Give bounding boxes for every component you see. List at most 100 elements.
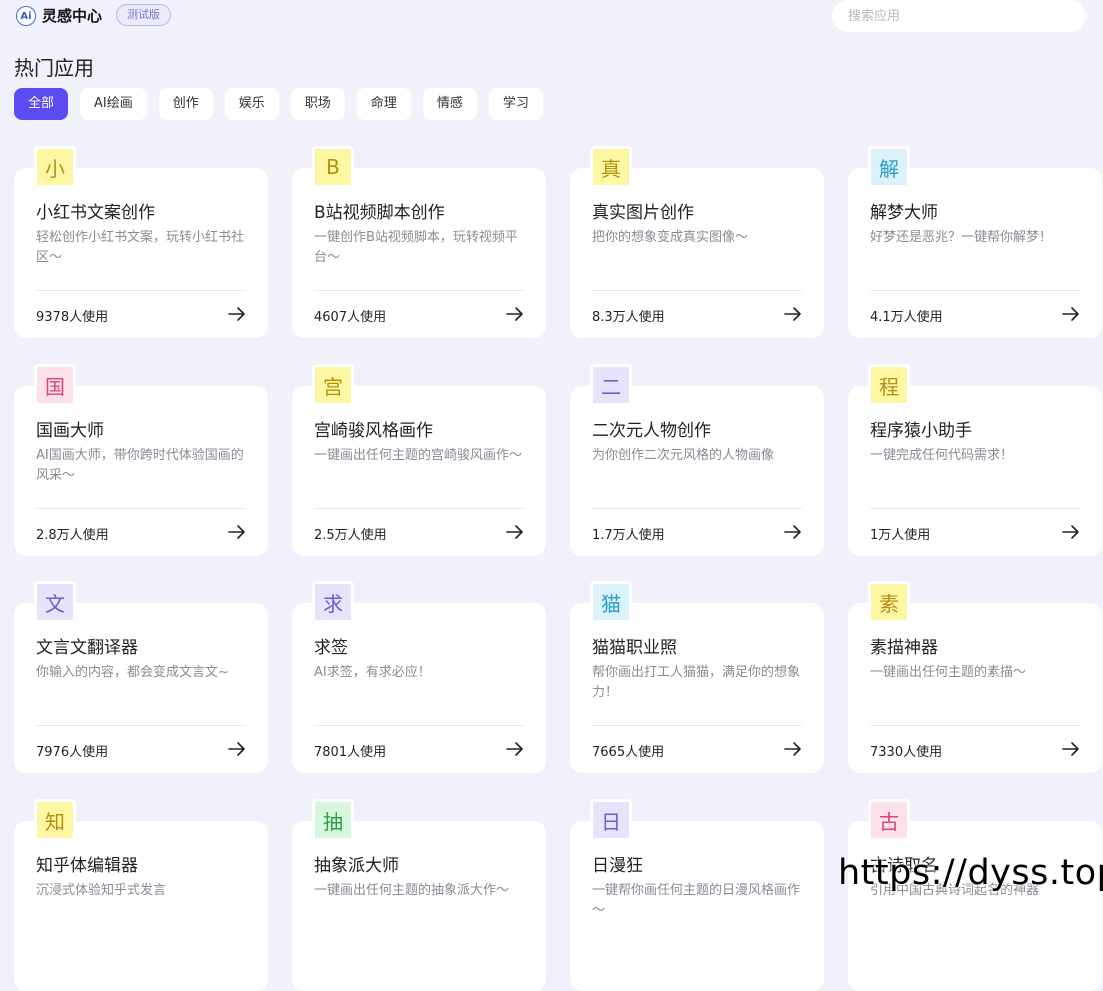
app-title: 抽象派大师 — [314, 856, 399, 876]
app-usage-count: 7665人使用 — [592, 745, 665, 760]
app-usage-count: 7330人使用 — [870, 745, 943, 760]
app-badge-icon: 知 — [34, 799, 76, 841]
app-title: 猫猫职业照 — [592, 638, 677, 658]
app-usage-count: 7801人使用 — [314, 745, 387, 760]
tab-3[interactable]: 娱乐 — [224, 88, 279, 120]
app-usage-count: 8.3万人使用 — [592, 310, 665, 325]
app-usage-count: 1.7万人使用 — [592, 528, 665, 543]
app-usage-count: 1万人使用 — [870, 528, 931, 543]
tab-5[interactable]: 命理 — [356, 88, 411, 120]
app-card[interactable]: 宫宫崎骏风格画作一键画出任何主题的宫崎骏风画作～ 2.5万人使用 — [292, 364, 546, 556]
card-divider — [870, 508, 1080, 509]
app-title: 解梦大师 — [870, 203, 938, 223]
tab-1[interactable]: AI绘画 — [80, 88, 147, 120]
app-card[interactable]: 真真实图片创作 把你的想象变成真实图像～ 8.3万人使用 — [570, 146, 824, 338]
app-card[interactable]: 二二次元人物创作 为你创作二次元风格的人物画像 1.7万人使用 — [570, 364, 824, 556]
arrow-right-icon[interactable] — [784, 741, 802, 757]
app-badge-icon: 古 — [868, 799, 910, 841]
arrow-right-icon[interactable] — [506, 306, 524, 322]
app-description: 一键画出任何主题的抽象派大作～ — [314, 883, 510, 898]
arrow-right-icon[interactable] — [506, 524, 524, 540]
search-input[interactable] — [832, 0, 1086, 32]
app-usage-count: 2.8万人使用 — [36, 528, 109, 543]
arrow-right-icon[interactable] — [228, 306, 246, 322]
tab-4[interactable]: 职场 — [290, 88, 345, 120]
watermark-text: https://dyss.top — [838, 853, 1103, 893]
app-badge-icon: 猫 — [590, 581, 632, 623]
app-title: 国画大师 — [36, 421, 104, 441]
arrow-right-icon[interactable] — [506, 741, 524, 757]
arrow-right-icon[interactable] — [228, 741, 246, 757]
card-divider — [592, 290, 802, 291]
beta-badge: 测试版 — [116, 4, 171, 26]
arrow-right-icon[interactable] — [228, 524, 246, 540]
app-card[interactable]: B B站视频脚本创作 一键创作B站视频脚本，玩转视频平台～ 4607人使用 — [292, 146, 546, 338]
app-title: 文言文翻译器 — [36, 638, 138, 658]
app-card[interactable]: 小小红书文案创作轻松创作小红书文案，玩转小红书社区～ 9378人使用 — [14, 146, 268, 338]
app-badge-icon: 日 — [590, 799, 632, 841]
app-description: 轻松创作小红书文案，玩转小红书社区～ — [36, 230, 245, 265]
app-card[interactable]: 程程序猿小助手 一键完成任何代码需求！ 1万人使用 — [848, 364, 1102, 556]
app-usage-count: 2.5万人使用 — [314, 528, 387, 543]
app-usage-count: 7976人使用 — [36, 745, 109, 760]
app-description: 一键创作B站视频脚本，玩转视频平台～ — [314, 230, 518, 265]
category-tabs: 全部 AI绘画 创作 娱乐 职场 命理 情感 学习 — [14, 88, 543, 120]
app-badge-icon: 国 — [34, 364, 76, 406]
app-description: 一键画出任何主题的素描～ — [870, 665, 1027, 680]
app-badge-icon: 真 — [590, 146, 632, 188]
app-card[interactable]: 古古诗取名 引用中国古典诗词起名的神器 — [848, 799, 1102, 991]
app-description: 一键画出任何主题的宫崎骏风画作～ — [314, 448, 523, 463]
app-title: 宫崎骏风格画作 — [314, 421, 433, 441]
arrow-right-icon[interactable] — [784, 306, 802, 322]
app-card[interactable]: 求求签 AI求签，有求必应！ 7801人使用 — [292, 581, 546, 773]
app-description: 一键完成任何代码需求！ — [870, 448, 1014, 463]
app-description: 把你的想象变成真实图像～ — [592, 230, 749, 245]
app-description: AI求签，有求必应！ — [314, 665, 431, 680]
card-divider — [36, 725, 246, 726]
app-card[interactable]: 素素描神器 一键画出任何主题的素描～ 7330人使用 — [848, 581, 1102, 773]
app-badge-icon: 求 — [312, 581, 354, 623]
tab-0[interactable]: 全部 — [14, 88, 69, 120]
app-description: AI国画大师，带你跨时代体验国画的风采～ — [36, 448, 244, 483]
arrow-right-icon[interactable] — [1062, 524, 1080, 540]
app-badge-icon: 程 — [868, 364, 910, 406]
app-usage-count: 9378人使用 — [36, 310, 109, 325]
app-description: 沉浸式体验知乎式发言 — [36, 883, 167, 898]
app-description: 帮你画出打工人猫猫，满足你的想象力！ — [592, 665, 801, 700]
app-usage-count: 4.1万人使用 — [870, 310, 943, 325]
card-divider — [870, 290, 1080, 291]
arrow-right-icon[interactable] — [784, 524, 802, 540]
app-card[interactable]: 国国画大师 AI国画大师，带你跨时代体验国画的风采～ 2.8万人使用 — [14, 364, 268, 556]
app-badge-icon: 抽 — [312, 799, 354, 841]
card-divider — [314, 290, 524, 291]
app-title: 小红书文案创作 — [36, 203, 155, 223]
app-badge-icon: 小 — [34, 146, 76, 188]
app-badge-icon: 二 — [590, 364, 632, 406]
app-card[interactable]: 文文言文翻译器你输入的内容，都会变成文言文~ 7976人使用 — [14, 581, 268, 773]
app-description: 为你创作二次元风格的人物画像 — [592, 448, 775, 463]
app-badge-icon: 宫 — [312, 364, 354, 406]
app-badge-icon: B — [312, 146, 354, 188]
card-divider — [36, 508, 246, 509]
card-divider — [314, 508, 524, 509]
app-description: 好梦还是恶兆？一键帮你解梦！ — [870, 230, 1053, 245]
app-badge-icon: 文 — [34, 581, 76, 623]
card-divider — [592, 508, 802, 509]
app-description: 一键帮你画任何主题的日漫风格画作～ — [592, 883, 801, 918]
brand-name[interactable]: 灵感中心 — [42, 5, 102, 26]
tab-2[interactable]: 创作 — [158, 88, 213, 120]
app-card[interactable]: 猫猫猫职业照帮你画出打工人猫猫，满足你的想象力！ 7665人使用 — [570, 581, 824, 773]
app-title: B站视频脚本创作 — [314, 203, 445, 223]
tab-7[interactable]: 学习 — [488, 88, 543, 120]
card-divider — [36, 290, 246, 291]
app-card[interactable]: 日日漫狂 一键帮你画任何主题的日漫风格画作～ — [570, 799, 824, 991]
app-title: 知乎体编辑器 — [36, 856, 138, 876]
arrow-right-icon[interactable] — [1062, 741, 1080, 757]
tab-6[interactable]: 情感 — [422, 88, 477, 120]
app-card[interactable]: 解解梦大师 好梦还是恶兆？一键帮你解梦！ 4.1万人使用 — [848, 146, 1102, 338]
app-card[interactable]: 抽抽象派大师一键画出任何主题的抽象派大作～ — [292, 799, 546, 991]
arrow-right-icon[interactable] — [1062, 306, 1080, 322]
app-card[interactable]: 知知乎体编辑器沉浸式体验知乎式发言 — [14, 799, 268, 991]
ai-logo-icon[interactable]: Ai — [16, 6, 36, 26]
app-description: 你输入的内容，都会变成文言文~ — [36, 665, 229, 680]
